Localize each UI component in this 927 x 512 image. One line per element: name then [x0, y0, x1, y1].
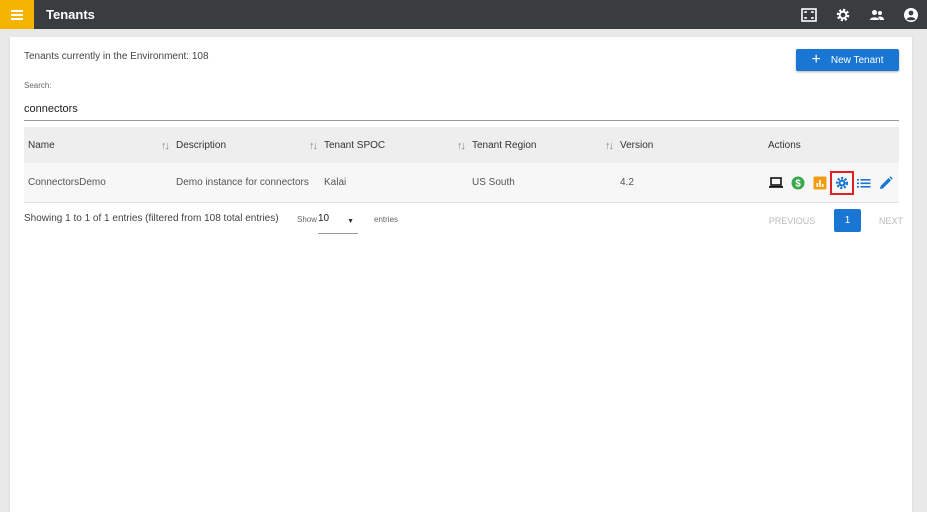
- column-header-tenant-region[interactable]: Tenant Region ↑↓: [468, 127, 616, 163]
- entries-label: entries: [374, 215, 399, 224]
- previous-page-button[interactable]: PREVIOUS: [760, 216, 824, 226]
- page-1-button[interactable]: 1: [834, 209, 861, 232]
- users-icon[interactable]: [869, 8, 885, 22]
- settings-gear-icon[interactable]: [830, 170, 854, 195]
- cell-name: ConnectorsDemo: [28, 177, 106, 188]
- new-tenant-label: New Tenant: [830, 54, 884, 66]
- search-input[interactable]: [24, 97, 899, 121]
- dropdown-caret-icon: ▼: [347, 218, 354, 225]
- dollar-icon[interactable]: $: [790, 175, 806, 191]
- edit-pencil-icon[interactable]: [878, 175, 894, 191]
- svg-text:$: $: [795, 178, 801, 189]
- row-actions: $: [764, 170, 899, 195]
- column-header-actions: Actions: [768, 139, 801, 151]
- cell-description: Demo instance for connectors: [176, 177, 309, 188]
- page-size-value: 10: [318, 213, 330, 224]
- chart-icon[interactable]: [812, 175, 828, 191]
- show-label: Show: [297, 215, 318, 224]
- cell-tenant-region: US South: [472, 177, 515, 188]
- table-header: Name ↑↓ Description ↑↓ Tenant SPOC ↑↓ Tenan…: [24, 127, 899, 163]
- new-tenant-button[interactable]: + New Tenant: [796, 49, 899, 71]
- column-header-name[interactable]: Name ↑↓: [24, 127, 172, 163]
- account-circle-icon[interactable]: [903, 7, 919, 23]
- settings-gear-icon[interactable]: [835, 7, 851, 23]
- tenants-table: Name ↑↓ Description ↑↓ Tenant SPOC ↑↓ Tenan…: [24, 127, 899, 203]
- plus-icon: +: [811, 51, 821, 68]
- sort-icon[interactable]: ↑↓: [605, 140, 614, 152]
- sort-icon[interactable]: ↑↓: [457, 140, 466, 152]
- cell-tenant-spoc: Kalai: [324, 177, 347, 188]
- sort-icon[interactable]: ↑↓: [309, 140, 318, 152]
- sort-icon[interactable]: ↑↓: [161, 140, 170, 152]
- column-header-tenant-spoc[interactable]: Tenant SPOC ↑↓: [320, 127, 468, 163]
- search-label: Search:: [24, 81, 52, 90]
- tenants-card: Tenants currently in the Environment: 10…: [10, 37, 912, 512]
- next-page-button[interactable]: NEXT: [871, 216, 911, 226]
- pagination: PREVIOUS 1 NEXT: [760, 209, 911, 232]
- table-info: Showing 1 to 1 of 1 entries (filtered fr…: [24, 213, 279, 224]
- laptop-icon[interactable]: [768, 175, 784, 191]
- cell-version: 4.2: [620, 177, 634, 188]
- list-icon[interactable]: [856, 175, 872, 191]
- page-size-select[interactable]: 10 ▼: [318, 208, 358, 234]
- column-header-description[interactable]: Description ↑↓: [172, 127, 320, 163]
- page-title: Tenants: [46, 7, 95, 22]
- environment-tenant-count: Tenants currently in the Environment: 10…: [24, 51, 209, 62]
- hamburger-menu-icon[interactable]: [0, 0, 34, 29]
- top-app-bar: Tenants: [0, 0, 927, 29]
- column-header-version[interactable]: Version: [616, 127, 764, 163]
- table-row: ConnectorsDemo Demo instance for connect…: [24, 163, 899, 203]
- fullscreen-icon[interactable]: [801, 7, 817, 22]
